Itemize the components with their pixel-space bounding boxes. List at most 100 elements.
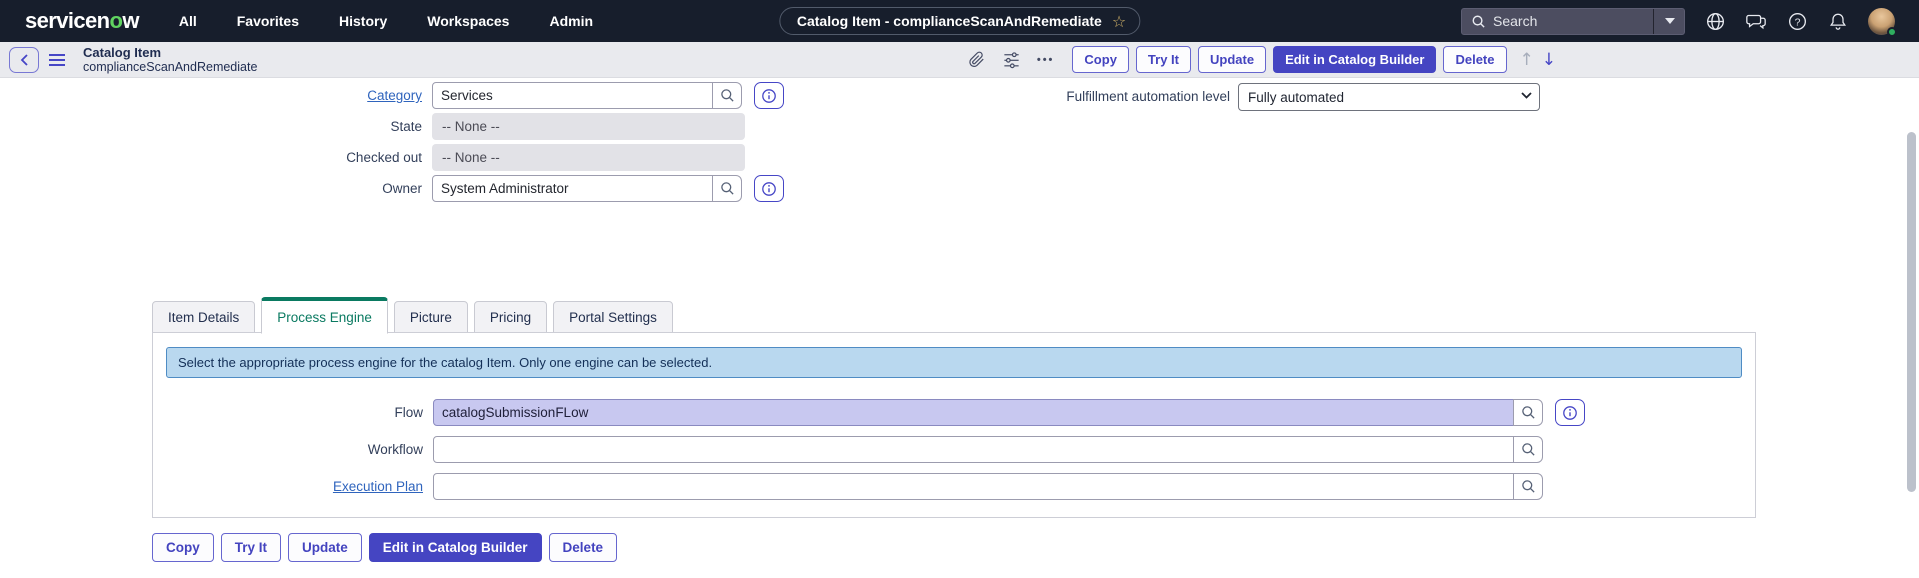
search-icon: [720, 181, 735, 196]
context-menu-icon[interactable]: [49, 54, 65, 56]
nav-menus: All Favorites History Workspaces Admin: [179, 13, 593, 29]
process-engine-info-banner: Select the appropriate process engine fo…: [166, 347, 1742, 378]
search-icon: [1521, 405, 1536, 420]
fulfillment-automation-level-select[interactable]: Fully automated: [1238, 83, 1540, 111]
checked-out-row: Checked out -- None --: [0, 144, 745, 171]
form-content: Category State -- None -- Checked out --…: [0, 79, 1919, 578]
notifications-bell-icon[interactable]: [1827, 10, 1849, 32]
search-icon: [1521, 479, 1536, 494]
category-lookup-button[interactable]: [712, 82, 742, 109]
workflow-input[interactable]: [433, 436, 1514, 463]
attachment-paperclip-icon[interactable]: [967, 50, 987, 70]
execution-plan-lookup-button[interactable]: [1513, 473, 1543, 500]
fulfillment-automation-level-field: Fully automated: [1238, 83, 1540, 111]
toolbar-actions: ••• Copy Try It Update Edit in Catalog B…: [967, 46, 1556, 73]
nav-menu-workspaces[interactable]: Workspaces: [427, 13, 509, 29]
delete-button[interactable]: Delete: [1443, 46, 1506, 73]
tab-portal-settings[interactable]: Portal Settings: [553, 301, 673, 333]
search-icon: [720, 88, 735, 103]
nav-menu-admin[interactable]: Admin: [549, 13, 593, 29]
category-row: Category: [0, 82, 784, 109]
search-input[interactable]: [1493, 13, 1653, 29]
owner-row: Owner: [0, 175, 784, 202]
footer-try-it-button[interactable]: Try It: [221, 533, 281, 562]
nav-menu-all[interactable]: All: [179, 13, 197, 29]
flow-lookup-button[interactable]: [1513, 399, 1543, 426]
tab-pricing[interactable]: Pricing: [474, 301, 547, 333]
chevron-left-icon: [20, 54, 28, 66]
tab-process-engine[interactable]: Process Engine: [261, 297, 388, 334]
back-button[interactable]: [9, 47, 39, 73]
info-icon: [761, 181, 777, 197]
record-title-name: complianceScanAndRemediate: [83, 60, 257, 75]
execution-plan-link[interactable]: Execution Plan: [333, 479, 423, 494]
edit-in-catalog-builder-button[interactable]: Edit in Catalog Builder: [1273, 46, 1436, 73]
tab-item-details[interactable]: Item Details: [152, 301, 255, 333]
search-icon: [1471, 14, 1486, 29]
category-info-button[interactable]: [754, 82, 784, 109]
footer-delete-button[interactable]: Delete: [549, 533, 618, 562]
personalize-form-sliders-icon[interactable]: [1002, 50, 1022, 70]
state-readonly-field: -- None --: [432, 113, 745, 140]
flow-row: Flow: [153, 399, 1585, 426]
workflow-label: Workflow: [153, 442, 423, 457]
chat-icon[interactable]: [1745, 10, 1767, 32]
owner-info-button[interactable]: [754, 175, 784, 202]
copy-button[interactable]: Copy: [1072, 46, 1129, 73]
nav-menu-favorites[interactable]: Favorites: [237, 13, 299, 29]
checked-out-label: Checked out: [0, 150, 422, 165]
update-button[interactable]: Update: [1198, 46, 1266, 73]
footer-actions: Copy Try It Update Edit in Catalog Build…: [152, 533, 624, 562]
owner-lookup-button[interactable]: [712, 175, 742, 202]
vertical-scrollbar[interactable]: [1907, 132, 1916, 492]
footer-edit-in-catalog-builder-button[interactable]: Edit in Catalog Builder: [369, 533, 542, 562]
state-row: State -- None --: [0, 113, 745, 140]
process-engine-panel: Select the appropriate process engine fo…: [152, 332, 1756, 518]
record-title: Catalog Item complianceScanAndRemediate: [83, 45, 257, 75]
form-tabs: Item Details Process Engine Picture Pric…: [152, 296, 679, 333]
svg-text:?: ?: [1794, 16, 1800, 28]
workflow-row: Workflow: [153, 436, 1543, 463]
category-link[interactable]: Category: [367, 88, 422, 103]
favorite-star-icon[interactable]: ☆: [1112, 12, 1126, 31]
info-icon: [1562, 405, 1578, 421]
owner-label: Owner: [0, 181, 422, 196]
execution-plan-row: Execution Plan: [153, 473, 1543, 500]
info-icon: [761, 88, 777, 104]
footer-update-button[interactable]: Update: [288, 533, 362, 562]
record-title-type: Catalog Item: [83, 45, 257, 60]
chevron-down-icon: [1665, 18, 1675, 24]
user-avatar[interactable]: [1868, 8, 1895, 35]
global-search[interactable]: [1461, 8, 1685, 35]
category-label: Category: [0, 88, 422, 103]
next-record-arrow-icon[interactable]: ↓: [1542, 50, 1556, 70]
form-toolbar: Catalog Item complianceScanAndRemediate …: [0, 42, 1919, 78]
servicenow-logo[interactable]: servicenow: [25, 8, 139, 34]
globe-icon[interactable]: [1704, 10, 1726, 32]
nav-right: ?: [1461, 0, 1919, 42]
search-icon: [1521, 442, 1536, 457]
help-icon[interactable]: ?: [1786, 10, 1808, 32]
context-pill-label: Catalog Item - complianceScanAndRemediat…: [797, 13, 1102, 29]
flow-label: Flow: [153, 405, 423, 420]
category-input[interactable]: [432, 82, 713, 109]
workflow-lookup-button[interactable]: [1513, 436, 1543, 463]
search-scope-dropdown[interactable]: [1653, 9, 1684, 34]
try-it-button[interactable]: Try It: [1136, 46, 1191, 73]
nav-menu-history[interactable]: History: [339, 13, 387, 29]
flow-info-button[interactable]: [1555, 399, 1585, 426]
footer-copy-button[interactable]: Copy: [152, 533, 214, 562]
logo-green-o: o: [110, 8, 123, 33]
flow-input[interactable]: [433, 399, 1514, 426]
owner-input[interactable]: [432, 175, 713, 202]
fulfillment-automation-level-label: Fulfillment automation level: [1040, 89, 1230, 104]
context-pill[interactable]: Catalog Item - complianceScanAndRemediat…: [779, 7, 1140, 35]
top-nav: servicenow All Favorites History Workspa…: [0, 0, 1919, 42]
execution-plan-input[interactable]: [433, 473, 1514, 500]
tab-picture[interactable]: Picture: [394, 301, 468, 333]
checked-out-readonly-field: -- None --: [432, 144, 745, 171]
execution-plan-label: Execution Plan: [153, 479, 423, 494]
more-actions-icon[interactable]: •••: [1037, 54, 1055, 66]
state-label: State: [0, 119, 422, 134]
previous-record-arrow-icon[interactable]: ↑: [1520, 50, 1534, 70]
